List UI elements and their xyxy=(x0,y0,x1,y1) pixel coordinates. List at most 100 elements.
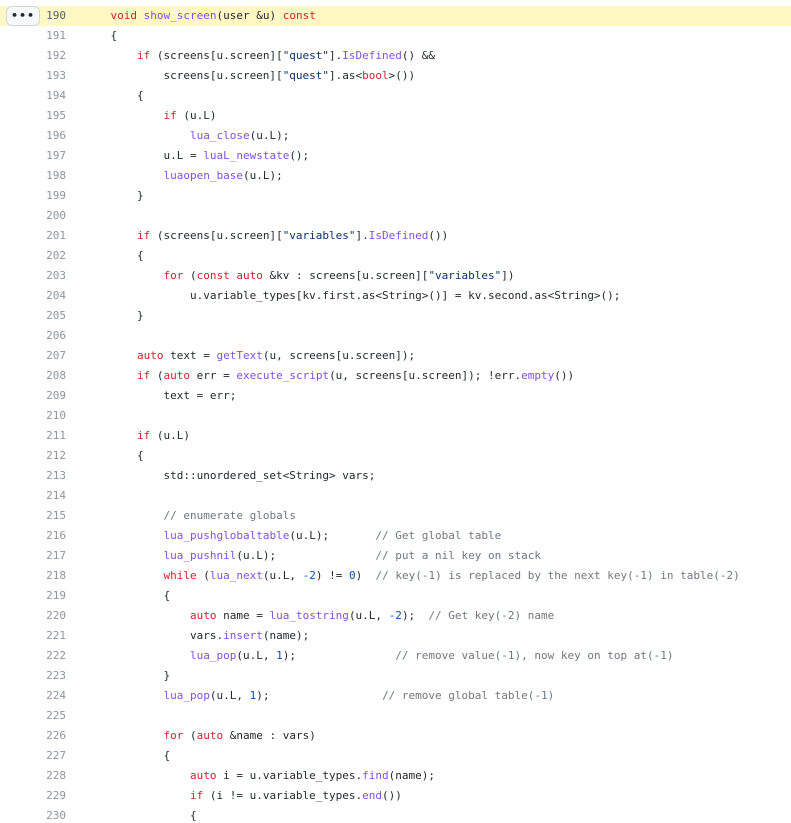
code-token: ( xyxy=(183,729,197,742)
line-number[interactable]: 191 xyxy=(30,26,66,46)
code-row: 201 if (screens[u.screen]["variables"].I… xyxy=(0,226,791,246)
line-number[interactable]: 199 xyxy=(30,186,66,206)
code-line: lua_pushglobaltable(u.L); // Get global … xyxy=(84,526,501,546)
code-token: // remove global table(-1) xyxy=(382,689,555,702)
code-token: lua_tostring xyxy=(269,609,349,622)
line-number[interactable]: 229 xyxy=(30,786,66,806)
line-number[interactable]: 197 xyxy=(30,146,66,166)
line-number[interactable]: 202 xyxy=(30,246,66,266)
code-row: 200 xyxy=(0,206,791,226)
line-number[interactable]: 205 xyxy=(30,306,66,326)
line-number[interactable]: 222 xyxy=(30,646,66,666)
line-number[interactable]: 227 xyxy=(30,746,66,766)
code-line: for (auto &name : vars) xyxy=(84,726,315,746)
code-token: ( xyxy=(150,369,164,382)
line-number[interactable]: 223 xyxy=(30,666,66,686)
line-number[interactable]: 203 xyxy=(30,266,66,286)
code-token: name = xyxy=(216,609,270,622)
line-number[interactable]: 195 xyxy=(30,106,66,126)
line-number[interactable]: 200 xyxy=(30,206,66,226)
code-token: lua_pushglobaltable xyxy=(163,529,290,542)
code-row: 214 xyxy=(0,486,791,506)
line-number[interactable]: 214 xyxy=(30,486,66,506)
line-number[interactable]: 220 xyxy=(30,606,66,626)
line-number[interactable]: 209 xyxy=(30,386,66,406)
code-line: auto i = u.variable_types.find(name); xyxy=(84,766,435,786)
code-row: 229 if (i != u.variable_types.end()) xyxy=(0,786,791,806)
code-token: i = u.variable_types. xyxy=(216,769,363,782)
line-number[interactable]: 219 xyxy=(30,586,66,606)
line-number[interactable]: 207 xyxy=(30,346,66,366)
code-line: u.variable_types[kv.first.as<String>()] … xyxy=(84,286,620,306)
code-line: lua_close(u.L); xyxy=(84,126,289,146)
line-number[interactable]: 228 xyxy=(30,766,66,786)
code-token: ]) xyxy=(501,269,515,282)
code-token: (); xyxy=(289,149,310,162)
code-token: vars. xyxy=(84,629,224,642)
line-number[interactable]: 226 xyxy=(30,726,66,746)
code-token: (name); xyxy=(262,629,310,642)
code-row: 230 { xyxy=(0,806,791,823)
line-number[interactable]: 230 xyxy=(30,806,66,823)
line-number[interactable]: 194 xyxy=(30,86,66,106)
code-row: 205 } xyxy=(0,306,791,326)
code-token: 0 xyxy=(348,569,356,582)
code-row: 208 if (auto err = execute_script(u, scr… xyxy=(0,366,791,386)
code-row: 226 for (auto &name : vars) xyxy=(0,726,791,746)
line-number[interactable]: 218 xyxy=(30,566,66,586)
line-number[interactable]: 225 xyxy=(30,706,66,726)
code-token: ( xyxy=(196,569,210,582)
code-row: 195 if (u.L) xyxy=(0,106,791,126)
line-number[interactable]: 210 xyxy=(30,406,66,426)
code-line: } xyxy=(84,306,144,326)
line-number[interactable]: 193 xyxy=(30,66,66,86)
line-number[interactable]: 204 xyxy=(30,286,66,306)
code-table: 190 void show_screen(user &u) const 191 {… xyxy=(0,6,791,823)
line-number[interactable]: 192 xyxy=(30,46,66,66)
line-number[interactable]: 215 xyxy=(30,506,66,526)
code-token: &kv : screens[u.screen][ xyxy=(262,269,429,282)
code-line: lua_pushnil(u.L); // put a nil key on st… xyxy=(84,546,541,566)
code-token: show_screen xyxy=(143,9,217,22)
code-token: { xyxy=(84,89,144,102)
code-row: 198 luaopen_base(u.L); xyxy=(0,166,791,186)
line-number[interactable]: 221 xyxy=(30,626,66,646)
code-token: 1 xyxy=(276,649,283,662)
code-row: 192 if (screens[u.screen]["quest"].IsDef… xyxy=(0,46,791,66)
code-line: u.L = luaL_newstate(); xyxy=(84,146,309,166)
code-line: lua_pop(u.L, 1); // remove value(-1), no… xyxy=(84,646,673,666)
code-row: 216 lua_pushglobaltable(u.L); // Get glo… xyxy=(0,526,791,546)
code-row: 213 std::unordered_set<String> vars; xyxy=(0,466,791,486)
code-row-highlighted: 190 void show_screen(user &u) const xyxy=(0,6,791,26)
code-line: { xyxy=(84,86,144,106)
code-token: if xyxy=(136,49,151,62)
code-row: 206 xyxy=(0,326,791,346)
code-row: 207 auto text = getText(u, screens[u.scr… xyxy=(0,346,791,366)
line-number[interactable]: 216 xyxy=(30,526,66,546)
code-token: lua_pushnil xyxy=(163,549,237,562)
code-token: IsDefined xyxy=(368,229,429,242)
line-number[interactable]: 212 xyxy=(30,446,66,466)
line-number[interactable]: 208 xyxy=(30,366,66,386)
code-viewer: 190 void show_screen(user &u) const 191 {… xyxy=(0,0,791,823)
code-token: -2 xyxy=(388,609,402,622)
line-number[interactable]: 196 xyxy=(30,126,66,146)
line-number[interactable]: 206 xyxy=(30,326,66,346)
line-number[interactable]: 211 xyxy=(30,426,66,446)
code-token: IsDefined xyxy=(342,49,402,62)
line-number[interactable]: 224 xyxy=(30,686,66,706)
expand-lines-button[interactable]: ••• xyxy=(6,6,40,26)
line-number[interactable]: 198 xyxy=(30,166,66,186)
line-number[interactable]: 213 xyxy=(30,466,66,486)
code-token: (u, screens[u.screen]); xyxy=(262,349,416,362)
code-line: { xyxy=(84,806,197,823)
code-token: (u.L) xyxy=(176,109,217,122)
line-number[interactable]: 217 xyxy=(30,546,66,566)
line-number[interactable]: 201 xyxy=(30,226,66,246)
code-token: u.variable_types[kv.first.as<String>()] … xyxy=(84,289,621,302)
code-token: const xyxy=(196,269,230,282)
code-token: lua_pop xyxy=(163,689,210,702)
